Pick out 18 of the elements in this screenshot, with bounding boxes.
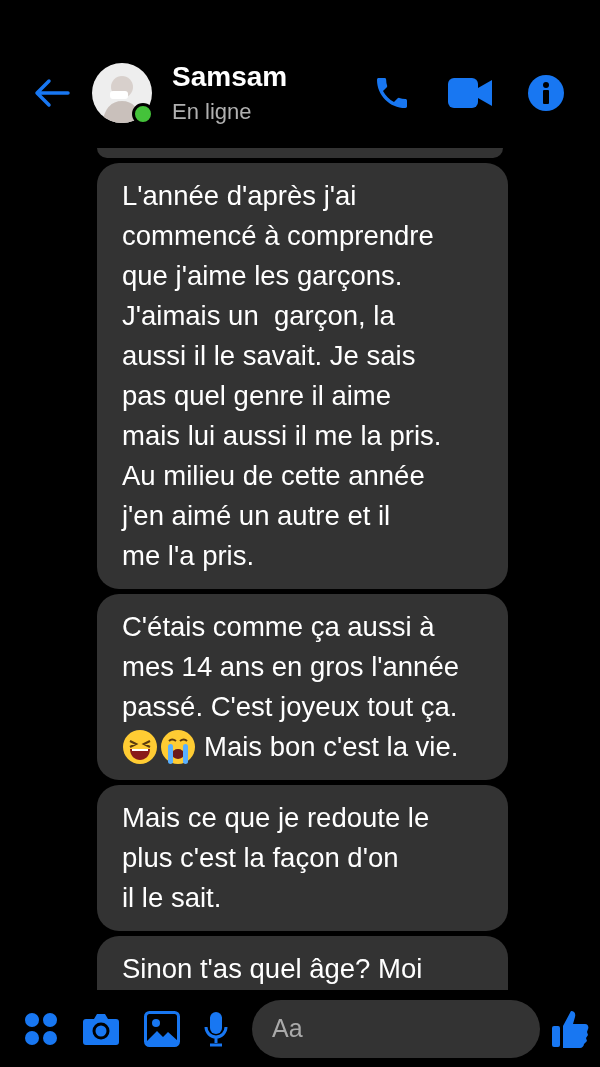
camera-button[interactable] <box>82 1011 120 1046</box>
message-text: Mais ce que je redoute le plus c'est la façon d'on il le sait. <box>122 801 431 915</box>
message-text: Sinon t'as quel âge? Moi <box>122 952 424 986</box>
video-call-button[interactable] <box>448 78 492 108</box>
info-button[interactable] <box>528 75 564 111</box>
message-field[interactable]: Aa <box>252 999 540 1058</box>
contact-status: En ligne <box>172 99 253 125</box>
message-text: C'étais comme ça aussi à mes 14 ans en gros l'année passé. C'est joyeux tout ça. <box>122 610 460 724</box>
menu-button[interactable] <box>24 1011 58 1046</box>
microphone-button[interactable] <box>204 1010 228 1047</box>
avatar[interactable] <box>92 63 152 123</box>
message-text: Mais bon c'est la vie. <box>204 730 459 764</box>
crying-face-icon <box>160 729 196 765</box>
message-text: L'année d'après j'ai commencé à comprendre que j'aime les garçons. J'aimais un garçon, la aussi il le savait. Je sais pas quel genre il aime mais lui aussi il me la pris. Au milieu de cette année j'en aimé un autre et il me l'a pris. <box>122 179 443 573</box>
contact-name: Samsam <box>172 61 289 93</box>
gallery-button[interactable] <box>144 1010 180 1047</box>
laughing-face-icon <box>122 729 158 765</box>
like-button[interactable] <box>552 1008 590 1049</box>
